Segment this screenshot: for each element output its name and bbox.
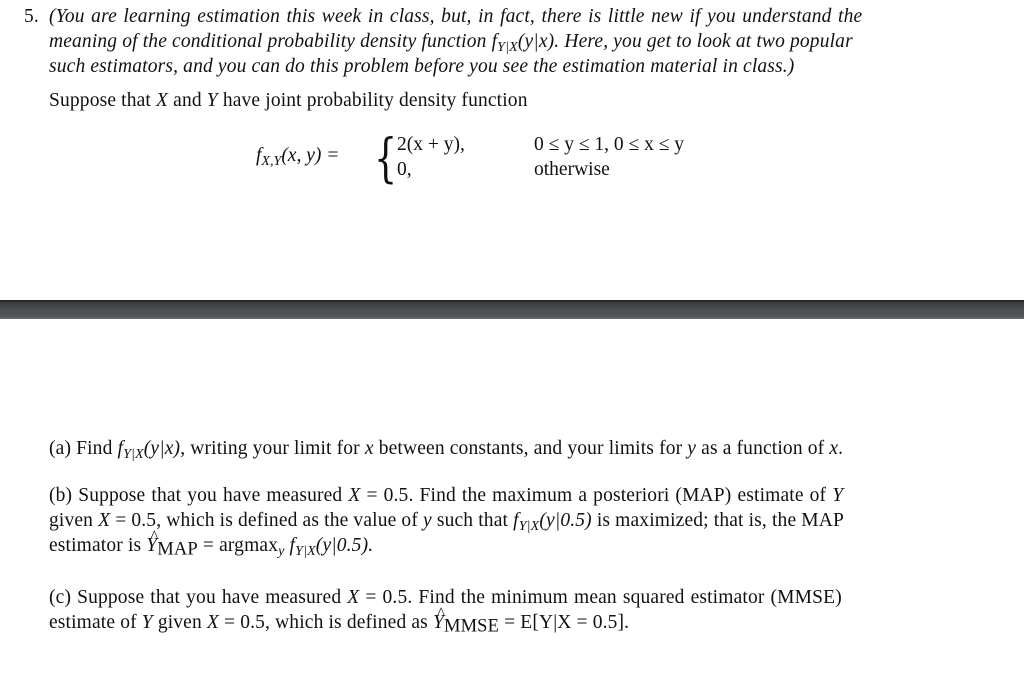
- part-a-sub: Y|X: [123, 445, 144, 462]
- part-b-args2: (y|0.5).: [315, 535, 374, 556]
- joint-text: have joint probability density function: [222, 90, 528, 111]
- intro-text-2: meaning of the conditional probability d…: [49, 31, 487, 52]
- part-c-Y-hat: Y: [433, 602, 445, 635]
- part-a-text-3: as a function of: [701, 438, 825, 459]
- cond-pdf-args: (y|x): [517, 31, 555, 52]
- part-c-text-4: given: [157, 612, 202, 633]
- problem-parts: (a) Find fY|X(y|x), writing your limit f…: [0, 320, 1024, 687]
- equation-lhs: fX,Y(x, y) =: [256, 145, 339, 170]
- part-b-X: X: [348, 485, 361, 506]
- part-b-argmax-sub: y: [278, 542, 285, 559]
- part-b-text-4: = 0.5, which is defined as the value of: [115, 510, 418, 531]
- part-b-text-2: = 0.5. Find the maximum a posteriori (MA…: [366, 485, 827, 506]
- part-b-sub: Y|X: [518, 517, 540, 534]
- part-c-X: X: [347, 587, 360, 608]
- part-a-x: x: [364, 438, 374, 459]
- part-b-y: y: [423, 510, 432, 531]
- part-c-mmse-sub: MMSE: [443, 615, 500, 637]
- part-a-x2: x: [829, 438, 839, 459]
- part-c-text-5: = 0.5, which is defined as: [224, 612, 428, 633]
- part-a-text-1: , writing your limit for: [180, 438, 360, 459]
- cond-pdf-subscript: Y|X: [497, 38, 518, 55]
- problem-statement: 5. (You are learning estimation this wee…: [0, 0, 1024, 300]
- part-b-sub2: Y|X: [295, 542, 316, 559]
- left-brace: {: [374, 129, 398, 189]
- part-a-args: (y|x): [143, 438, 181, 459]
- part-c-Y: Y: [141, 612, 153, 633]
- part-b-Y: Y: [832, 485, 844, 506]
- part-b-X2: X: [98, 510, 111, 531]
- part-a-y: y: [687, 438, 697, 459]
- case2-condition: otherwise: [534, 159, 610, 180]
- part-c-text-3: estimate of: [49, 612, 137, 633]
- suppose-text: Suppose that: [49, 90, 152, 111]
- case1-condition: 0 ≤ y ≤ 1, 0 ≤ x ≤ y: [534, 134, 685, 155]
- lhs-args: (x, y) =: [281, 145, 340, 166]
- part-a-text-2: between constants, and your limits for: [378, 438, 683, 459]
- part-b-text-7: estimator is: [49, 535, 142, 556]
- dark-divider-bar: [0, 300, 1024, 319]
- part-a-end: .: [838, 438, 844, 459]
- part-c-X2: X: [206, 612, 219, 633]
- part-b-args: (y|0.5): [539, 510, 592, 531]
- part-b-Y-hat: Y: [146, 525, 158, 558]
- part-b-text-5: such that: [436, 510, 509, 531]
- case2-expression: 0,: [397, 159, 412, 180]
- problem-number: 5.: [24, 6, 39, 27]
- var-y: Y: [206, 90, 218, 111]
- and-text: and: [173, 90, 202, 111]
- part-b-map-sub: MAP: [157, 538, 198, 560]
- var-x: X: [156, 90, 169, 111]
- part-b-text-1: (b) Suppose that you have measured: [49, 485, 343, 506]
- intro-text-1: (You are learning estimation this week i…: [49, 6, 863, 27]
- part-b-argmax: = argmax: [202, 535, 279, 556]
- intro-text-4: such estimators, and you can do this pro…: [49, 56, 795, 77]
- part-c-text-1: (c) Suppose that you have measured: [49, 587, 342, 608]
- intro-text-3: . Here, you get to look at two popular: [554, 31, 853, 52]
- lhs-subscript: X,Y: [261, 152, 282, 169]
- case1-expression: 2(x + y),: [397, 134, 465, 155]
- part-a-label: (a) Find: [49, 438, 113, 459]
- part-b-text-3: given: [49, 510, 94, 531]
- part-c-expectation: = E[Y|X = 0.5].: [504, 612, 630, 633]
- part-b-text-6: is maximized; that is, the MAP: [596, 510, 844, 531]
